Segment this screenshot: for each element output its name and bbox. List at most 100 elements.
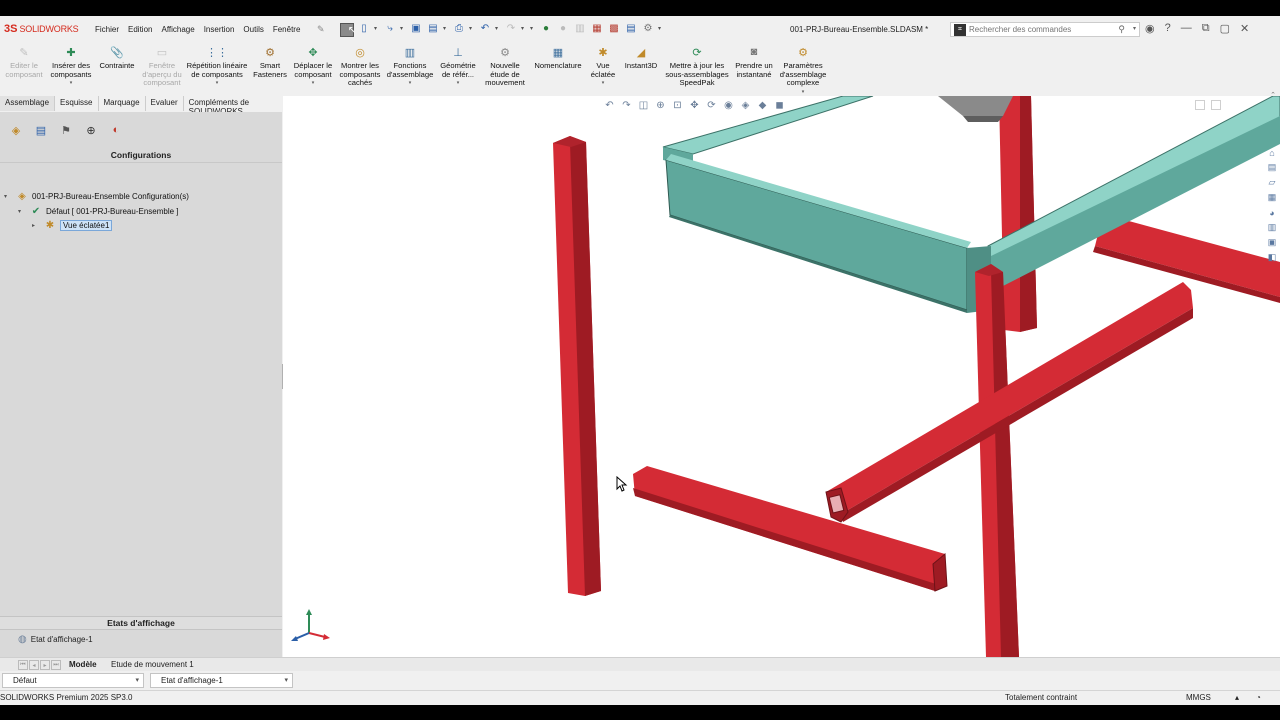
solidworks-logo[interactable]: 3S SOLIDWORKS xyxy=(4,22,79,36)
bom-button[interactable]: ▦ Nomenclature xyxy=(530,44,586,96)
save-icon[interactable]: ▣ xyxy=(409,21,423,35)
design-library-icon[interactable]: ▤ xyxy=(1266,161,1278,174)
feature-manager-icon[interactable]: ◈ xyxy=(8,122,24,138)
menu-fenetre[interactable]: Fenêtre xyxy=(270,25,307,34)
mate-button[interactable]: 📎 Contrainte xyxy=(94,44,140,96)
chevron-down-icon[interactable]: ▾ xyxy=(530,25,536,32)
configuration-select[interactable]: Défaut ▾ xyxy=(2,673,144,688)
rebuild-icon[interactable]: ● xyxy=(539,21,553,35)
instant3d-button[interactable]: ◢ Instant3D xyxy=(620,44,662,96)
dimxpert-icon[interactable]: ⊕ xyxy=(83,122,99,138)
redo-icon[interactable]: ↷ xyxy=(504,21,518,35)
exploded-view-button[interactable]: ✱ Vue éclatée ▾ xyxy=(586,44,620,96)
menu-insertion[interactable]: Insertion xyxy=(201,25,241,34)
forum-icon[interactable]: ▣ xyxy=(1266,236,1278,249)
zoom-to-fit-icon[interactable]: ⊕ xyxy=(654,99,667,112)
zoom-to-area-icon[interactable]: ⊡ xyxy=(671,99,684,112)
loose-leg-left[interactable] xyxy=(553,136,601,596)
chevron-down-icon[interactable]: ▾ xyxy=(495,25,501,32)
collapse-icon[interactable]: ▾ xyxy=(4,193,12,200)
show-hidden-components-button[interactable]: ◎ Montrer les composants cachés xyxy=(336,44,384,96)
first-tab-icon[interactable]: ⏮ xyxy=(18,660,28,670)
tree-item-configurations-root[interactable]: ▾ ◈ 001-PRJ-Bureau-Ensemble Configuratio… xyxy=(4,190,189,202)
units-selector[interactable]: MMGS xyxy=(1186,693,1211,702)
move-component-button[interactable]: ✥ Déplacer le composant ▾ xyxy=(290,44,336,96)
appearances-icon[interactable]: ◕ xyxy=(1266,206,1278,219)
linear-pattern-button[interactable]: ⋮⋮ Répétition linéaire de composants ▾ xyxy=(184,44,250,96)
chevron-down-icon[interactable]: ▾ xyxy=(469,25,475,32)
new-motion-study-button[interactable]: ⚙ Nouvelle étude de mouvement xyxy=(480,44,530,96)
hide-show-icon[interactable]: ◈ xyxy=(739,99,752,112)
new-document-icon[interactable]: ▯ xyxy=(357,21,371,35)
tile-windows-icon[interactable]: ⧉ xyxy=(1202,22,1210,35)
tree-item-default-config[interactable]: ▾ ✔ Défaut [ 001-PRJ-Bureau-Ensemble ] xyxy=(18,205,179,217)
graphics-area[interactable]: ↶ ↷ ◫ ⊕ ⊡ ✥ ⟳ ◉ ◈ ◆ ◼ ⌂ ▤ ▱ ▦ ◕ ▥ ▣ ◧ xyxy=(283,96,1280,657)
prev-tab-icon[interactable]: ◂ xyxy=(29,660,39,670)
chevron-down-icon[interactable]: ▾ xyxy=(312,80,315,86)
scene-icon[interactable]: ◼ xyxy=(773,99,786,112)
insert-components-button[interactable]: ✚ Insérer des composants ▾ xyxy=(48,44,94,96)
file-explorer-icon[interactable]: ▱ xyxy=(1266,176,1278,189)
chevron-down-icon[interactable]: ▾ xyxy=(658,25,664,32)
update-speedpak-button[interactable]: ⟳ Mettre à jour les sous-assemblages Spe… xyxy=(662,44,732,96)
command-search-input[interactable] xyxy=(969,25,1119,34)
display-state-item[interactable]: ◍ Etat d'affichage-1 xyxy=(18,634,93,645)
maximize-icon[interactable]: ▢ xyxy=(1220,22,1230,35)
stop-icon[interactable]: ▥ xyxy=(573,21,587,35)
chevron-down-icon[interactable]: ▾ xyxy=(602,80,605,86)
tab-esquisse[interactable]: Esquisse xyxy=(55,96,99,111)
tree-item-exploded-view[interactable]: ▸ ✱ Vue éclatée1 xyxy=(32,219,113,231)
print-icon[interactable]: ⎙ xyxy=(452,21,466,35)
display-state-select[interactable]: Etat d'affichage-1 ▾ xyxy=(150,673,293,688)
assembly-features-button[interactable]: ▥ Fonctions d'assemblage ▾ xyxy=(384,44,436,96)
take-snapshot-button[interactable]: ◙ Prendre un instantané xyxy=(732,44,776,96)
account-icon[interactable]: ◉ xyxy=(1145,22,1155,35)
minimize-icon[interactable]: — xyxy=(1181,22,1192,35)
property-manager-icon[interactable]: ▤ xyxy=(33,122,49,138)
solidworks-resources-icon[interactable]: ⌂ xyxy=(1266,146,1278,159)
select-pointer-icon[interactable]: ↖ xyxy=(340,23,356,37)
chevron-up-icon[interactable]: ▴ xyxy=(1235,693,1239,702)
command-search-box[interactable]: ⌗ ⚲ ▾ xyxy=(950,22,1140,37)
close-icon[interactable]: ✕ xyxy=(1240,22,1249,35)
rebuild-disabled-icon[interactable]: ● xyxy=(556,21,570,35)
tab-modele[interactable]: Modèle xyxy=(69,660,97,669)
toolbox-icon[interactable]: ◧ xyxy=(1266,251,1278,264)
chevron-down-icon[interactable]: ▾ xyxy=(409,80,412,86)
expand-icon[interactable]: ▸ xyxy=(32,222,40,229)
appearance-icon[interactable]: ◆ xyxy=(756,99,769,112)
pan-icon[interactable]: ✥ xyxy=(688,99,701,112)
save-as-icon[interactable]: ▤ xyxy=(426,21,440,35)
chevron-down-icon[interactable]: ▾ xyxy=(521,25,527,32)
chevron-down-icon[interactable]: ▾ xyxy=(374,25,380,32)
chevron-down-icon[interactable]: ▾ xyxy=(216,80,219,86)
menu-fichier[interactable]: Fichier xyxy=(92,25,125,34)
component-preview-button[interactable]: ▭ Fenêtre d'aperçu du composant xyxy=(140,44,184,96)
tab-assemblage[interactable]: Assemblage xyxy=(0,96,56,111)
view-palette-icon[interactable]: ▦ xyxy=(1266,191,1278,204)
rear-leg-right[interactable] xyxy=(999,96,1037,332)
viewport-restore-icon[interactable] xyxy=(1195,100,1205,110)
options-grid-icon[interactable]: ▤ xyxy=(624,21,638,35)
edit-component-button[interactable]: ✎ Editer le composant xyxy=(0,44,48,96)
pin-menu-icon[interactable]: ✎ xyxy=(317,24,325,35)
collapse-icon[interactable]: ▾ xyxy=(18,208,26,215)
chevron-down-icon[interactable]: ▾ xyxy=(443,25,449,32)
display-style-icon[interactable]: ◉ xyxy=(722,99,735,112)
tab-marquage[interactable]: Marquage xyxy=(99,96,146,111)
file-properties-icon[interactable]: ▦ xyxy=(590,21,604,35)
custom-properties-icon[interactable]: ▥ xyxy=(1266,221,1278,234)
reference-geometry-button[interactable]: ⊥ Géométrie de référ... ▾ xyxy=(436,44,480,96)
large-assembly-settings-button[interactable]: ⚙ Paramètres d'assemblage complexe ▾ xyxy=(776,44,830,96)
previous-view-icon[interactable]: ↶ xyxy=(603,99,616,112)
chevron-down-icon[interactable]: ▾ xyxy=(400,25,406,32)
configuration-manager-icon[interactable]: ⚑ xyxy=(58,122,74,138)
menu-outils[interactable]: Outils xyxy=(240,25,269,34)
chevron-down-icon[interactable]: ▾ xyxy=(70,80,73,86)
next-tab-icon[interactable]: ▸ xyxy=(40,660,50,670)
next-view-icon[interactable]: ↷ xyxy=(620,99,633,112)
help-icon[interactable]: ? xyxy=(1165,22,1171,35)
chevron-down-icon[interactable]: ▾ xyxy=(457,80,460,86)
tab-motion-study[interactable]: Etude de mouvement 1 xyxy=(111,660,194,669)
chevron-down-icon[interactable]: ▾ xyxy=(1133,25,1136,32)
